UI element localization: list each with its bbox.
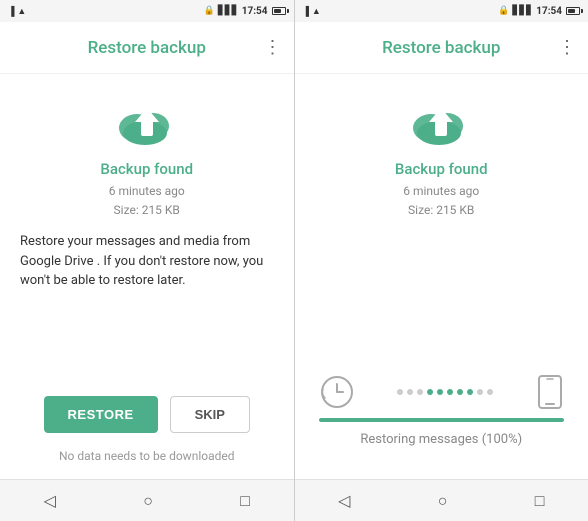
left-status-right: 🔒 ▋▋▋ 17:54 <box>204 6 286 17</box>
right-time: 17:54 <box>536 6 562 17</box>
phone-device-icon <box>536 375 564 409</box>
sim-icon: ▐ <box>8 6 14 17</box>
right-app-title: Restore backup <box>382 38 500 58</box>
progress-dot-1 <box>407 389 413 395</box>
progress-dot-6 <box>457 389 463 395</box>
right-cloud-icon-container <box>409 98 473 152</box>
right-cloud-upload-icon <box>409 98 473 148</box>
left-phone: ▐ ▲ 🔒 ▋▋▋ 17:54 Restore backup ⋮ <box>0 0 295 521</box>
clock-icon <box>319 374 355 410</box>
progress-dot-2 <box>417 389 423 395</box>
left-status-bar: ▐ ▲ 🔒 ▋▋▋ 17:54 <box>0 0 294 22</box>
progress-dot-7 <box>467 389 473 395</box>
progress-bar-container <box>319 418 565 422</box>
right-recent-button[interactable]: □ <box>535 491 545 511</box>
right-nav-bar: ◁ ○ □ <box>295 479 588 521</box>
cloud-icon-container <box>115 98 179 152</box>
progress-dot-3 <box>427 389 433 395</box>
left-content: Backup found 6 minutes ago Size: 215 KB … <box>0 74 294 479</box>
right-content: Backup found 6 minutes ago Size: 215 KB <box>295 74 588 479</box>
right-status-right: 🔒 ▋▋▋ 17:54 <box>498 6 580 17</box>
left-backup-meta: 6 minutes ago Size: 215 KB <box>109 182 185 220</box>
left-app-bar: Restore backup ⋮ <box>0 22 294 74</box>
right-status-bar: ▐ ▲ 🔒 ▋▋▋ 17:54 <box>295 0 588 22</box>
progress-dot-5 <box>447 389 453 395</box>
dots-container <box>359 389 533 395</box>
left-no-data-text: No data needs to be downloaded <box>59 449 235 463</box>
right-back-button[interactable]: ◁ <box>338 491 350 510</box>
progress-section: Restoring messages (100%) <box>311 374 573 463</box>
right-phone: ▐ ▲ 🔒 ▋▋▋ 17:54 Restore backup ⋮ <box>295 0 588 521</box>
right-more-icon[interactable]: ⋮ <box>558 37 576 58</box>
left-buttons-row: RESTORE SKIP <box>44 396 250 433</box>
progress-animation <box>319 374 565 410</box>
right-signal-icon: ▋▋▋ <box>512 6 533 16</box>
left-time: 17:54 <box>242 6 268 17</box>
progress-dot-8 <box>477 389 483 395</box>
right-backup-meta: 6 minutes ago Size: 215 KB <box>403 182 479 220</box>
skip-button[interactable]: SKIP <box>170 396 250 433</box>
battery-icon <box>272 7 286 15</box>
progress-dot-4 <box>437 389 443 395</box>
left-nav-bar: ◁ ○ □ <box>0 479 294 521</box>
restore-button[interactable]: RESTORE <box>44 396 158 433</box>
progress-dot-0 <box>397 389 403 395</box>
left-description: Restore your messages and media from Goo… <box>16 232 278 291</box>
lock-icon: 🔒 <box>204 6 215 16</box>
restoring-text: Restoring messages (100%) <box>360 432 522 447</box>
left-recent-button[interactable]: □ <box>240 491 250 511</box>
signal-icon: ▋▋▋ <box>218 6 239 16</box>
right-time-ago: 6 minutes ago <box>403 182 479 201</box>
left-app-title: Restore backup <box>88 38 206 58</box>
right-battery-icon <box>566 7 580 15</box>
wifi-icon: ▲ <box>17 6 26 17</box>
progress-bar-fill <box>319 418 565 422</box>
left-backup-found: Backup found <box>100 160 193 178</box>
left-more-icon[interactable]: ⋮ <box>264 37 282 58</box>
left-back-button[interactable]: ◁ <box>44 491 56 510</box>
right-sim-icon: ▐ <box>303 6 309 17</box>
left-time-ago: 6 minutes ago <box>109 182 185 201</box>
right-home-button[interactable]: ○ <box>438 491 448 511</box>
left-home-button[interactable]: ○ <box>143 491 153 511</box>
right-size: Size: 215 KB <box>403 201 479 220</box>
left-status-left: ▐ ▲ <box>8 6 26 17</box>
progress-dot-9 <box>487 389 493 395</box>
cloud-upload-icon <box>115 98 179 148</box>
right-wifi-icon: ▲ <box>312 6 321 17</box>
right-status-left: ▐ ▲ <box>303 6 321 17</box>
right-lock-icon: 🔒 <box>498 6 509 16</box>
right-backup-found: Backup found <box>395 160 488 178</box>
left-size: Size: 215 KB <box>109 201 185 220</box>
right-app-bar: Restore backup ⋮ <box>295 22 588 74</box>
